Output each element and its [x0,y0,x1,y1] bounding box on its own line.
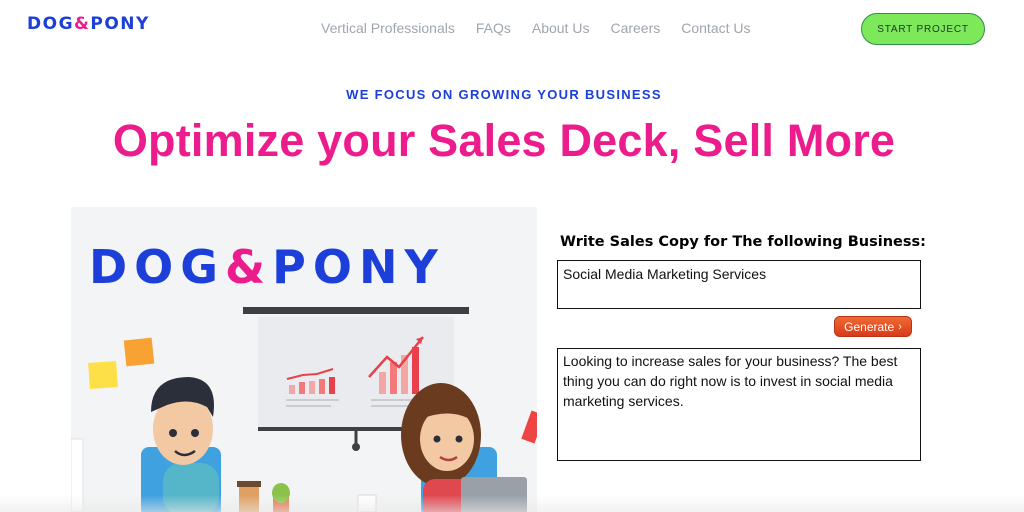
small-chart-bar [329,377,335,394]
small-chart-bar [309,381,315,394]
nav-link-about-us[interactable]: About Us [532,20,590,36]
whiteboard-stand-foot [352,443,360,451]
big-chart-bar [412,347,419,394]
hero-eyebrow: WE FOCUS ON GROWING YOUR BUSINESS [346,87,662,102]
illustration-logo: DOG&PONY [89,240,445,294]
logo-ampersand: & [74,14,91,34]
main-nav: Vertical Professionals FAQs About Us Car… [321,20,751,36]
bottom-fade [0,495,1024,512]
nav-link-careers[interactable]: Careers [610,20,660,36]
hero-illustration: DOG&PONY [71,207,537,512]
small-chart-bar [289,385,295,394]
page: DOG&PONY Vertical Professionals FAQs Abo… [0,0,1024,512]
start-project-button[interactable]: START PROJECT [861,13,985,45]
generate-label: Generate [844,319,895,334]
big-chart-bar [379,372,386,394]
business-input[interactable]: Social Media Marketing Services [557,260,921,309]
sales-copy-heading: Write Sales Copy for The following Busin… [560,234,926,250]
big-chart-bar [390,362,397,394]
logo-text-pony: PONY [90,14,150,34]
generate-button[interactable]: Generate › [834,316,912,337]
small-chart-bar [319,379,325,394]
generated-copy-output[interactable]: Looking to increase sales for your busin… [557,348,921,461]
chevron-right-icon: › [898,320,902,333]
nav-link-contact-us[interactable]: Contact Us [681,20,750,36]
hero-headline: Optimize your Sales Deck, Sell More [112,115,896,166]
nav-link-faqs[interactable]: FAQs [476,20,511,36]
nav-link-vertical-professionals[interactable]: Vertical Professionals [321,20,455,36]
shelf-bar [243,307,469,314]
sticky-note-red [521,410,537,444]
logo-text-dog: DOG [27,14,75,34]
site-logo[interactable]: DOG&PONY [27,14,150,34]
small-chart-bar [299,382,305,394]
sticky-note-yellow [88,361,118,389]
sticky-note-orange [123,337,155,367]
